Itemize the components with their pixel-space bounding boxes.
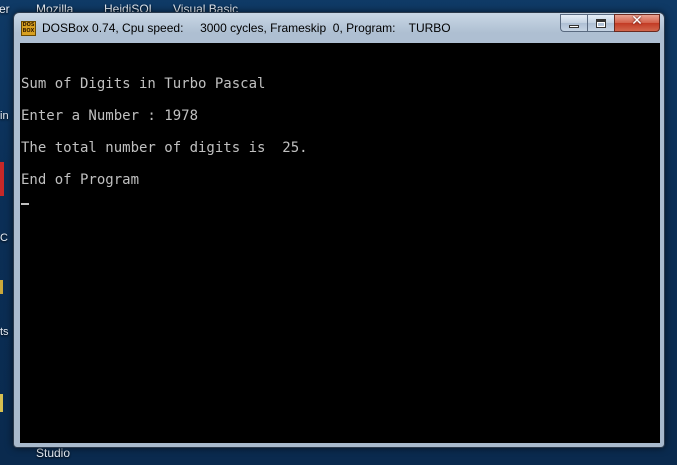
desktop-app-icon[interactable] [0, 162, 4, 196]
close-button[interactable]: ✕ [614, 13, 660, 32]
console-line-result: The total number of digits is 25. [21, 140, 308, 156]
minimize-button[interactable] [560, 14, 587, 32]
text-cursor [21, 203, 29, 205]
desktop-folder-icon-2[interactable] [0, 394, 3, 412]
console-line-title: Sum of Digits in Turbo Pascal [21, 76, 266, 92]
desktop-label-studio[interactable]: Studio [36, 446, 70, 460]
desktop-label-partial-3[interactable]: ts [0, 326, 9, 338]
dosbox-app-icon[interactable]: DOS BOX [21, 21, 36, 36]
desktop-label-partial[interactable]: er [0, 2, 10, 16]
desktop-folder-icon[interactable] [0, 280, 3, 294]
minimize-icon [569, 25, 579, 28]
console-line-input: Enter a Number : 1978 [21, 108, 199, 124]
dos-screen[interactable]: Sum of Digits in Turbo Pascal Enter a Nu… [20, 43, 660, 443]
console-line-end: End of Program [21, 172, 140, 188]
desktop-label-partial-2[interactable]: C [0, 232, 8, 244]
maximize-icon [596, 19, 606, 28]
maximize-button[interactable] [587, 14, 614, 32]
window-controls: ✕ [560, 13, 660, 32]
desktop-label-partial-1[interactable]: in [0, 110, 9, 122]
close-icon: ✕ [631, 13, 643, 29]
window-title: DOSBox 0.74, Cpu speed: 3000 cycles, Fra… [42, 21, 451, 35]
title-bar[interactable]: DOS BOX DOSBox 0.74, Cpu speed: 3000 cyc… [14, 13, 664, 43]
dosbox-window: DOS BOX DOSBox 0.74, Cpu speed: 3000 cyc… [13, 12, 665, 448]
